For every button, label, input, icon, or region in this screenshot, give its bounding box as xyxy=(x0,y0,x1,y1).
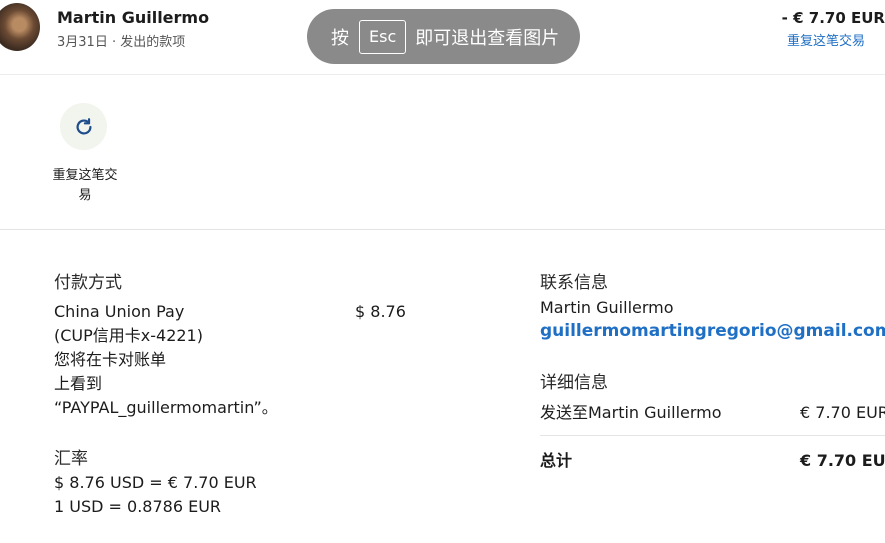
total-label: 总计 xyxy=(540,451,573,470)
payment-method-details: China Union Pay (CUP信用卡x-4221) 您将在卡对账单 上… xyxy=(54,300,278,420)
payment-method-heading: 付款方式 xyxy=(54,273,122,293)
payment-line: China Union Pay xyxy=(54,302,185,321)
avatar xyxy=(0,3,40,51)
repeat-transaction-button[interactable] xyxy=(60,103,107,150)
payment-line: 您将在卡对账单 xyxy=(54,350,167,369)
payment-line: 上看到 xyxy=(54,374,103,393)
repeat-transaction-label[interactable]: 重复这笔交易 xyxy=(48,166,122,206)
payment-line: “PAYPAL_guillermomartin”。 xyxy=(54,398,278,417)
recipient-name: Martin Guillermo xyxy=(57,8,210,27)
esc-hint-overlay: 按 Esc 即可退出查看图片 xyxy=(307,9,580,64)
contact-email-link[interactable]: guillermomartingregorio@gmail.com xyxy=(540,321,885,341)
section-divider xyxy=(0,229,885,230)
header-divider xyxy=(0,74,885,75)
exchange-rate-line: $ 8.76 USD = € 7.70 EUR xyxy=(54,473,257,492)
esc-hint-prefix: 按 xyxy=(331,27,349,49)
payment-amount: $ 8.76 xyxy=(355,302,406,321)
total-amount: € 7.70 EUR xyxy=(800,451,885,470)
contact-info-heading: 联系信息 xyxy=(540,273,608,293)
esc-hint-suffix: 即可退出查看图片 xyxy=(415,27,560,49)
transaction-amount: - € 7.70 EUR xyxy=(781,9,885,27)
sent-to-label: 发送至Martin Guillermo xyxy=(540,403,722,422)
esc-key: Esc xyxy=(359,19,407,54)
exchange-rate-line: 1 USD = 0.8786 EUR xyxy=(54,497,222,516)
sent-to-amount: € 7.70 EUR xyxy=(800,403,885,422)
details-divider xyxy=(540,435,885,436)
contact-name: Martin Guillermo xyxy=(540,298,674,317)
payment-line: (CUP信用卡x-4221) xyxy=(54,326,203,345)
exchange-rate-heading: 汇率 xyxy=(54,449,88,469)
refresh-icon xyxy=(76,117,92,135)
transaction-subline: 3月31日 · 发出的款项 xyxy=(57,35,186,50)
repeat-transaction-link[interactable]: 重复这笔交易 xyxy=(787,30,865,49)
details-heading: 详细信息 xyxy=(540,373,608,393)
